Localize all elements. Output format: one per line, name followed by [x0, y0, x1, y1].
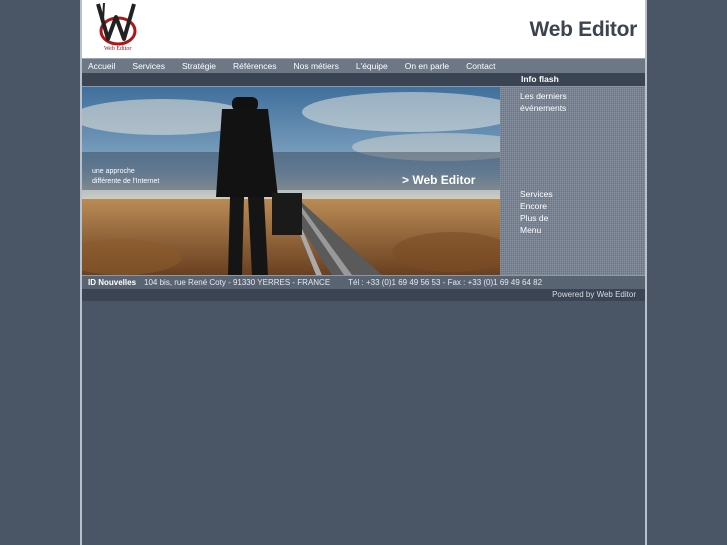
nav-item-nos-metiers[interactable]: Nos métiers — [294, 61, 339, 71]
hero-banner: > Web Editor — [402, 173, 476, 187]
side-menu: Services Encore Plus de Menu — [520, 188, 640, 236]
nav-item-contact[interactable]: Contact — [466, 61, 495, 71]
powered-by-link[interactable]: Powered by Web Editor — [552, 290, 636, 299]
nav-item-references[interactable]: Références — [233, 61, 276, 71]
nav-item-on-en-parle[interactable]: On en parle — [405, 61, 449, 71]
side-menu-item-services[interactable]: Services — [520, 188, 640, 200]
info-flash-panel: Les derniers événements Services Encore … — [500, 87, 645, 275]
nav-item-services[interactable]: Services — [132, 61, 165, 71]
header: Web Editor Web Editor — [82, 0, 645, 58]
web-editor-logo[interactable]: Web Editor — [90, 1, 142, 54]
nav-item-accueil[interactable]: Accueil — [88, 61, 115, 71]
brand-title: Web Editor — [529, 18, 638, 41]
company-phone: Tél : +33 (0)1 69 49 56 53 - Fax : +33 (… — [348, 278, 543, 287]
events-block: Les derniers événements — [520, 90, 640, 114]
side-menu-item-plus-de[interactable]: Plus de — [520, 212, 640, 224]
powered-bar: Powered by Web Editor — [82, 289, 645, 301]
main-nav: Accueil Services Stratégie Références No… — [82, 58, 645, 73]
nav-item-equipe[interactable]: L'équipe — [356, 61, 388, 71]
side-menu-item-encore[interactable]: Encore — [520, 200, 640, 212]
company-name: ID Nouvelles — [88, 278, 137, 287]
hero-tagline-line1: une approche — [92, 168, 135, 175]
nav-item-strategie[interactable]: Stratégie — [182, 61, 216, 71]
hero-tagline-line2: différente de l'Internet — [92, 178, 159, 185]
sub-bar: Info flash — [82, 73, 645, 87]
company-address: 104 bis, rue René Coty - 91330 YERRES - … — [144, 278, 331, 287]
info-flash-label: Info flash — [521, 74, 559, 84]
events-link-line2[interactable]: événements — [520, 102, 640, 114]
side-menu-item-menu[interactable]: Menu — [520, 224, 640, 236]
hero-image: une approche différente de l'Internet > … — [82, 87, 500, 275]
page-frame: Web Editor Web Editor Accueil Services S… — [80, 0, 647, 545]
hero-photo: une approche différente de l'Internet > … — [82, 87, 500, 275]
logo-text: Web Editor — [104, 46, 132, 52]
contact-footer: ID Nouvelles 104 bis, rue René Coty - 91… — [82, 275, 645, 290]
events-link-line1[interactable]: Les derniers — [520, 90, 640, 102]
